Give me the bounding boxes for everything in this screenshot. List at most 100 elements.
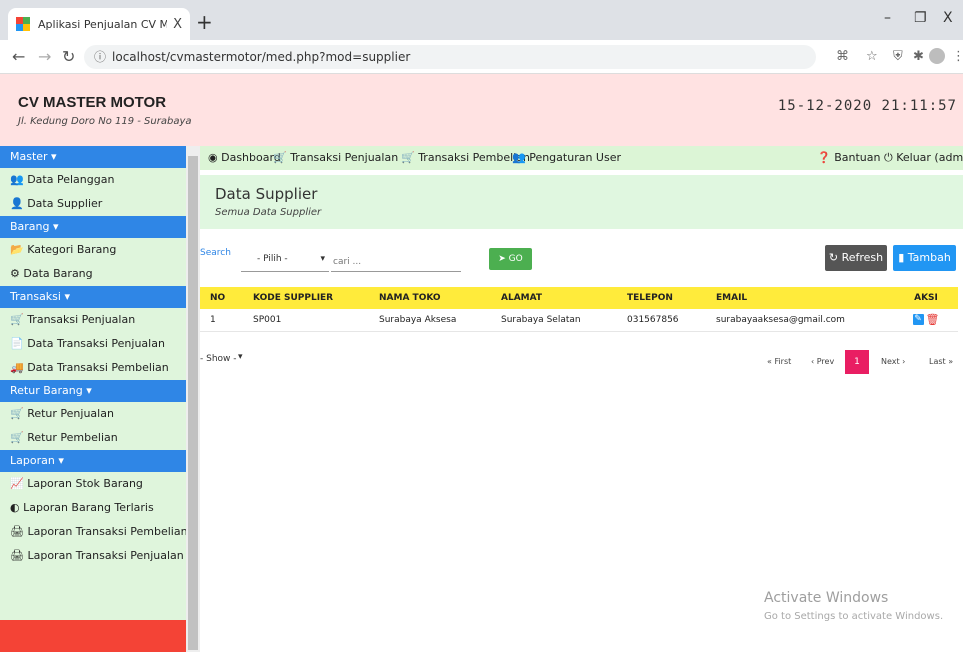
maximize-button[interactable]: ❐ [914, 10, 927, 26]
supplier-table: NO KODE SUPPLIER NAMA TOKO ALAMAT TELEPO… [200, 287, 958, 332]
nav-pengaturan-user[interactable]: 👥 Pengaturan User [512, 151, 621, 164]
sidebar-item-laporan-transaksi-penjualan[interactable]: 🖨 Laporan Transaksi Penjualan [0, 544, 186, 568]
cell-alamat: Surabaya Selatan [491, 309, 617, 332]
cell-kode-supplier: SP001 [243, 309, 369, 332]
sidebar-item-label: Retur Pembelian [27, 431, 118, 444]
sidebar-section-laporan[interactable]: Laporan ▾ [0, 450, 186, 472]
chevron-down-icon: ▾ [238, 352, 243, 362]
search-field-select[interactable]: - Pilih - ▾ [241, 248, 329, 272]
sidebar-item-data-transaksi-pembelian[interactable]: 🚚 Data Transaksi Pembelian [0, 356, 186, 380]
trash-icon[interactable]: 🗑 [926, 313, 940, 326]
translate-icon[interactable]: ⌘ [836, 49, 849, 64]
file-icon: ▮ [898, 251, 905, 264]
nav-label: Bantuan [834, 151, 881, 164]
cart-icon: 🛒 [273, 151, 287, 164]
sidebar-item-label: Transaksi Penjualan [27, 313, 136, 326]
sidebar-item-laporan-transaksi-pembelian[interactable]: 🖨 Laporan Transaksi Pembelian [0, 520, 186, 544]
site-info-icon[interactable]: ⓘ [94, 50, 106, 64]
nav-bantuan[interactable]: ❓ Bantuan [817, 151, 880, 164]
go-button[interactable]: ➤ GO [489, 248, 532, 270]
question-icon: ❓ [817, 151, 831, 164]
minimize-button[interactable]: – [884, 10, 891, 26]
reload-icon[interactable]: ↻ [62, 47, 75, 66]
sidebar-section-transaksi[interactable]: Transaksi ▾ [0, 286, 186, 308]
sidebar-item-label: Laporan Transaksi Pembelian [27, 525, 186, 538]
browser-menu-icon[interactable]: ⋮ [952, 49, 963, 64]
sidebar-section-master[interactable]: Master ▾ [0, 146, 186, 168]
nav-dashboard[interactable]: ◉ Dashboard [208, 151, 281, 164]
user-icon: 👤 [10, 197, 24, 210]
sidebar-item-transaksi-penjualan[interactable]: 🛒 Transaksi Penjualan [0, 308, 186, 332]
sidebar-item-retur-pembelian[interactable]: 🛒 Retur Pembelian [0, 426, 186, 450]
dashboard-icon: ◉ [208, 151, 218, 164]
gears-icon: ⚙ [10, 267, 20, 280]
nav-label: Transaksi Penjualan [290, 151, 399, 164]
bookmark-star-icon[interactable]: ☆ [866, 49, 878, 64]
new-tab-button[interactable]: + [196, 10, 213, 34]
col-header-alamat: ALAMAT [491, 287, 617, 309]
shield-extension-icon[interactable]: ⛨ [893, 49, 903, 64]
sidebar-section-barang[interactable]: Barang ▾ [0, 216, 186, 238]
nav-label: Keluar (admin) [896, 151, 963, 164]
chevron-down-icon: ▾ [320, 254, 325, 264]
page-size-select[interactable]: - Show - ▾ [200, 350, 248, 370]
sidebar-item-kategori-barang[interactable]: 📂 Kategori Barang [0, 238, 186, 262]
pagination-prev[interactable]: ‹ Prev [811, 357, 834, 366]
sidebar-item-label: Laporan Stok Barang [27, 477, 143, 490]
app-favicon-icon [16, 17, 30, 31]
browser-tab[interactable]: Aplikasi Penjualan CV Master Mo X [8, 8, 190, 40]
sidebar-item-label: Data Transaksi Pembelian [27, 361, 169, 374]
back-arrow-icon[interactable]: ← [12, 47, 25, 66]
tab-close-icon[interactable]: X [173, 17, 182, 32]
sidebar-section-retur-barang[interactable]: Retur Barang ▾ [0, 380, 186, 402]
cart-icon: 🛒 [10, 431, 24, 444]
sidebar-scrollbar[interactable] [186, 146, 200, 652]
sidebar-item-data-supplier[interactable]: 👤 Data Supplier [0, 192, 186, 216]
sidebar-item-laporan-stok-barang[interactable]: 📈 Laporan Stok Barang [0, 472, 186, 496]
select-value: - Show - [200, 354, 237, 364]
nav-transaksi-penjualan[interactable]: 🛒 Transaksi Penjualan [273, 151, 398, 164]
url-text: localhost/cvmastermotor/med.php?mod=supp… [112, 50, 411, 64]
cell-nama-toko: Surabaya Aksesa [369, 309, 491, 332]
forward-arrow-icon[interactable]: → [38, 47, 51, 66]
window-close-button[interactable]: X [943, 10, 953, 26]
pagination-current-page[interactable]: 1 [845, 350, 869, 374]
pagination-last[interactable]: Last » [929, 357, 953, 366]
sidebar-item-data-pelanggan[interactable]: 👥 Data Pelanggan [0, 168, 186, 192]
refresh-label: Refresh [841, 251, 884, 264]
sidebar-item-data-barang[interactable]: ⚙ Data Barang [0, 262, 186, 286]
cell-aksi: ✎ 🗑 [894, 309, 958, 332]
cell-email: surabayaaksesa@gmail.com [706, 309, 894, 332]
line-chart-icon: 📈 [10, 477, 24, 490]
pagination-next[interactable]: Next › [881, 357, 905, 366]
sidebar-item-data-transaksi-penjualan[interactable]: 📄 Data Transaksi Penjualan [0, 332, 186, 356]
print-icon: 🖨 [10, 525, 24, 538]
sidebar-item-label: Data Pelanggan [27, 173, 115, 186]
cart-icon: 🛒 [401, 151, 415, 164]
url-field[interactable]: ⓘ localhost/cvmastermotor/med.php?mod=sup… [84, 45, 816, 69]
tab-title: Aplikasi Penjualan CV Master Mo [38, 17, 168, 31]
nav-keluar[interactable]: ⏻ Keluar (admin) [884, 151, 963, 165]
refresh-button[interactable]: ↻ Refresh [825, 245, 887, 271]
nav-transaksi-pembelian[interactable]: 🛒 Transaksi Pembelian [401, 151, 530, 164]
sidebar: Master ▾ 👥 Data Pelanggan 👤 Data Supplie… [0, 146, 186, 652]
app-header: CV MASTER MOTOR Jl. Kedung Doro No 119 -… [0, 74, 963, 146]
add-label: Tambah [907, 251, 951, 264]
truck-icon: 🚚 [10, 361, 24, 374]
activate-windows-subtitle: Go to Settings to activate Windows. [764, 611, 944, 622]
pagination-first[interactable]: « First [767, 357, 791, 366]
top-navbar: ◉ Dashboard 🛒 Transaksi Penjualan 🛒 Tran… [200, 146, 963, 170]
edit-icon[interactable]: ✎ [912, 314, 924, 326]
go-label: GO [508, 254, 523, 264]
scrollbar-thumb[interactable] [188, 156, 198, 650]
activate-windows-title: Activate Windows [764, 590, 889, 606]
sidebar-item-label: Data Supplier [27, 197, 103, 210]
extensions-puzzle-icon[interactable]: ✱ [913, 49, 924, 64]
search-input[interactable] [331, 248, 461, 272]
table-header-row: NO KODE SUPPLIER NAMA TOKO ALAMAT TELEPO… [200, 287, 958, 309]
sidebar-item-retur-penjualan[interactable]: 🛒 Retur Penjualan [0, 402, 186, 426]
col-header-no: NO [200, 287, 243, 309]
sidebar-item-laporan-barang-terlaris[interactable]: ◐ Laporan Barang Terlaris [0, 496, 186, 520]
add-button[interactable]: ▮ Tambah [893, 245, 956, 271]
profile-avatar[interactable] [929, 48, 945, 64]
